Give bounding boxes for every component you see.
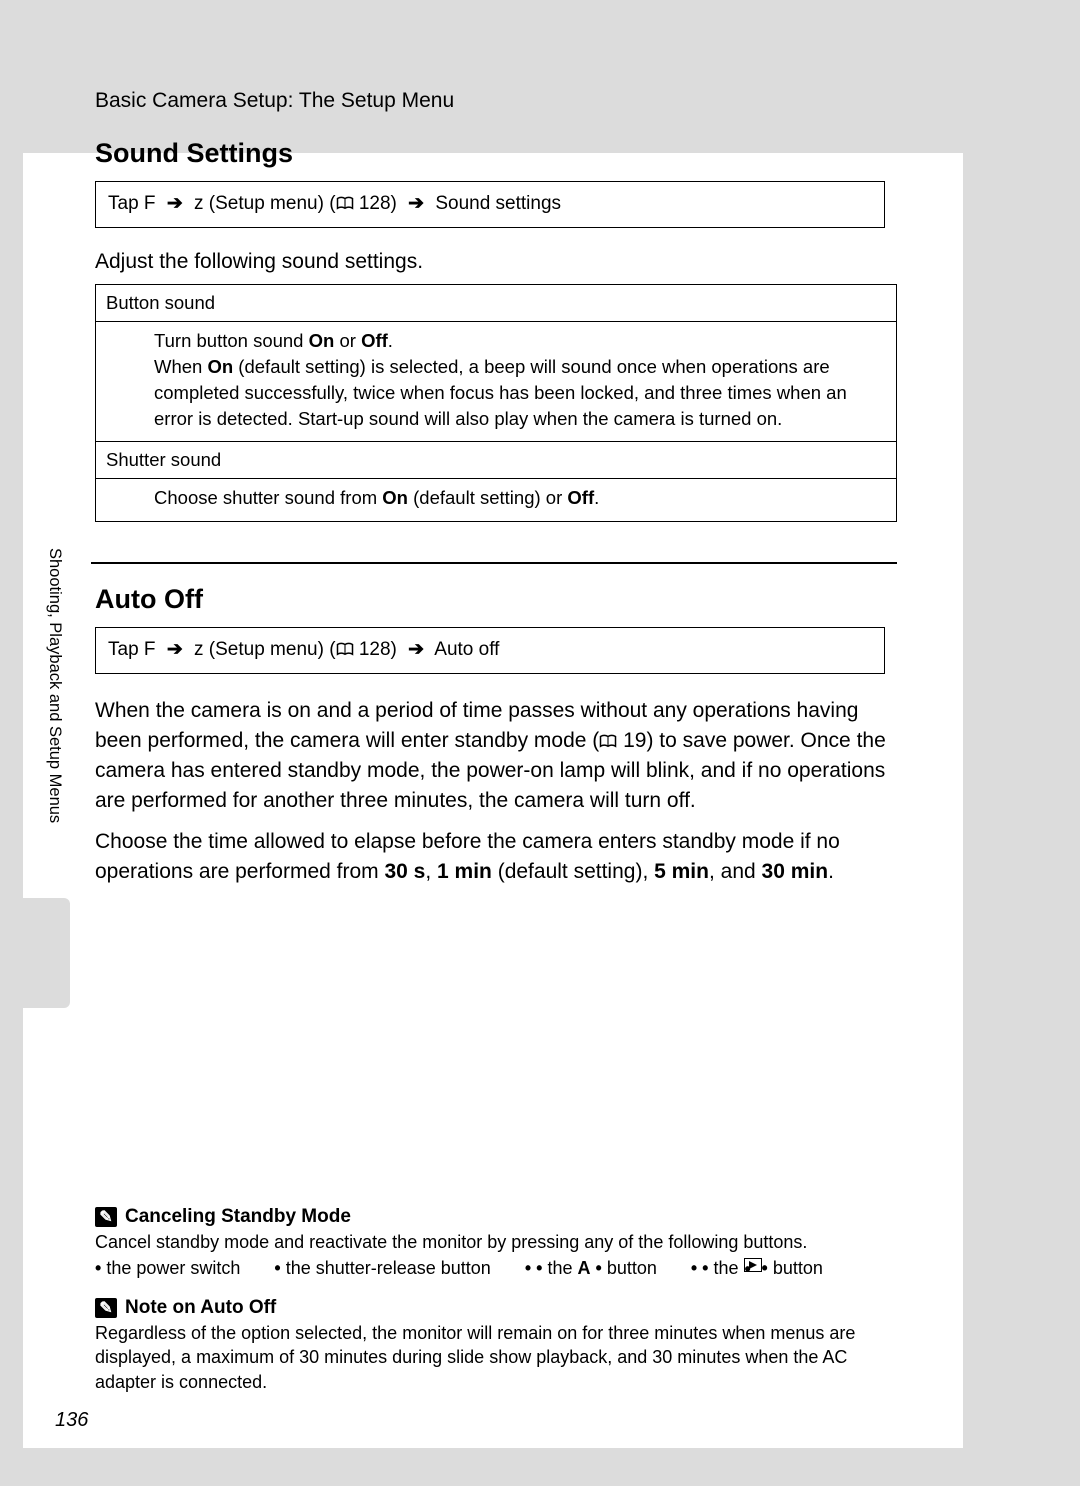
autooff-para-1: When the camera is on and a period of ti… [95, 696, 895, 815]
nav-dest: Sound settings [435, 193, 561, 214]
nav-setup-label: (Setup menu) ( [209, 639, 336, 660]
page-ref-icon [336, 196, 354, 210]
bullet-a-button: the A button [525, 1258, 657, 1279]
nav-tap: Tap F [108, 639, 156, 660]
button-sound-label: Button sound [96, 285, 897, 322]
bullet-playback-button: the button [691, 1258, 823, 1279]
playback-icon [744, 1258, 762, 1272]
cancel-standby-heading: ✎ Canceling Standby Mode [95, 1206, 895, 1228]
shutter-sound-desc: Choose shutter sound from On (default se… [96, 479, 897, 522]
nav-setup-glyph: z [194, 193, 204, 214]
notes-block: ✎ Canceling Standby Mode Cancel standby … [95, 1206, 895, 1412]
arrow-icon: ➔ [161, 193, 189, 214]
shutter-sound-label: Shutter sound [96, 442, 897, 479]
section-divider [91, 562, 897, 564]
page-ref-icon [599, 734, 617, 748]
sound-settings-heading: Sound Settings [95, 138, 895, 169]
cancel-standby-body: Cancel standby mode and reactivate the m… [95, 1230, 895, 1254]
nav-setup-label: (Setup menu) ( [209, 193, 336, 214]
page: Basic Camera Setup: The Setup Menu Shoot… [23, 48, 963, 1448]
note-auto-off-heading: ✎ Note on Auto Off [95, 1297, 895, 1319]
pencil-icon: ✎ [95, 1207, 117, 1227]
arrow-icon: ➔ [161, 639, 189, 660]
nav-dest: Auto off [434, 639, 499, 660]
sound-intro: Adjust the following sound settings. [95, 250, 895, 274]
autooff-nav-path: Tap F ➔ z (Setup menu) ( 128) ➔ Auto off [95, 627, 885, 674]
sound-settings-table: Button sound Turn button sound On or Off… [95, 284, 897, 522]
nav-ref: 128) [359, 639, 397, 660]
nav-tap: Tap F [108, 193, 156, 214]
arrow-icon: ➔ [402, 639, 430, 660]
bullet-power-switch: the power switch [95, 1258, 240, 1279]
side-section-label: Shooting, Playback and Setup Menus [45, 548, 64, 878]
cancel-standby-bullets: the power switch the shutter-release but… [95, 1258, 895, 1279]
autooff-para-2: Choose the time allowed to elapse before… [95, 827, 895, 887]
nav-setup-glyph: z [194, 639, 204, 660]
page-number: 136 [55, 1409, 88, 1432]
sound-nav-path: Tap F ➔ z (Setup menu) ( 128) ➔ Sound se… [95, 181, 885, 228]
page-ref-icon [336, 642, 354, 656]
content: Sound Settings Tap F ➔ z (Setup menu) ( … [95, 118, 895, 899]
auto-off-heading: Auto Off [95, 584, 895, 615]
nav-ref: 128) [359, 193, 397, 214]
bullet-shutter-release: the shutter-release button [274, 1258, 490, 1279]
button-sound-desc: Turn button sound On or Off. When On (de… [96, 321, 897, 442]
pencil-icon: ✎ [95, 1298, 117, 1318]
header-text: Basic Camera Setup: The Setup Menu [95, 89, 454, 113]
note-auto-off-body: Regardless of the option selected, the m… [95, 1321, 895, 1394]
side-thumb-tab [0, 898, 70, 1008]
arrow-icon: ➔ [402, 193, 430, 214]
